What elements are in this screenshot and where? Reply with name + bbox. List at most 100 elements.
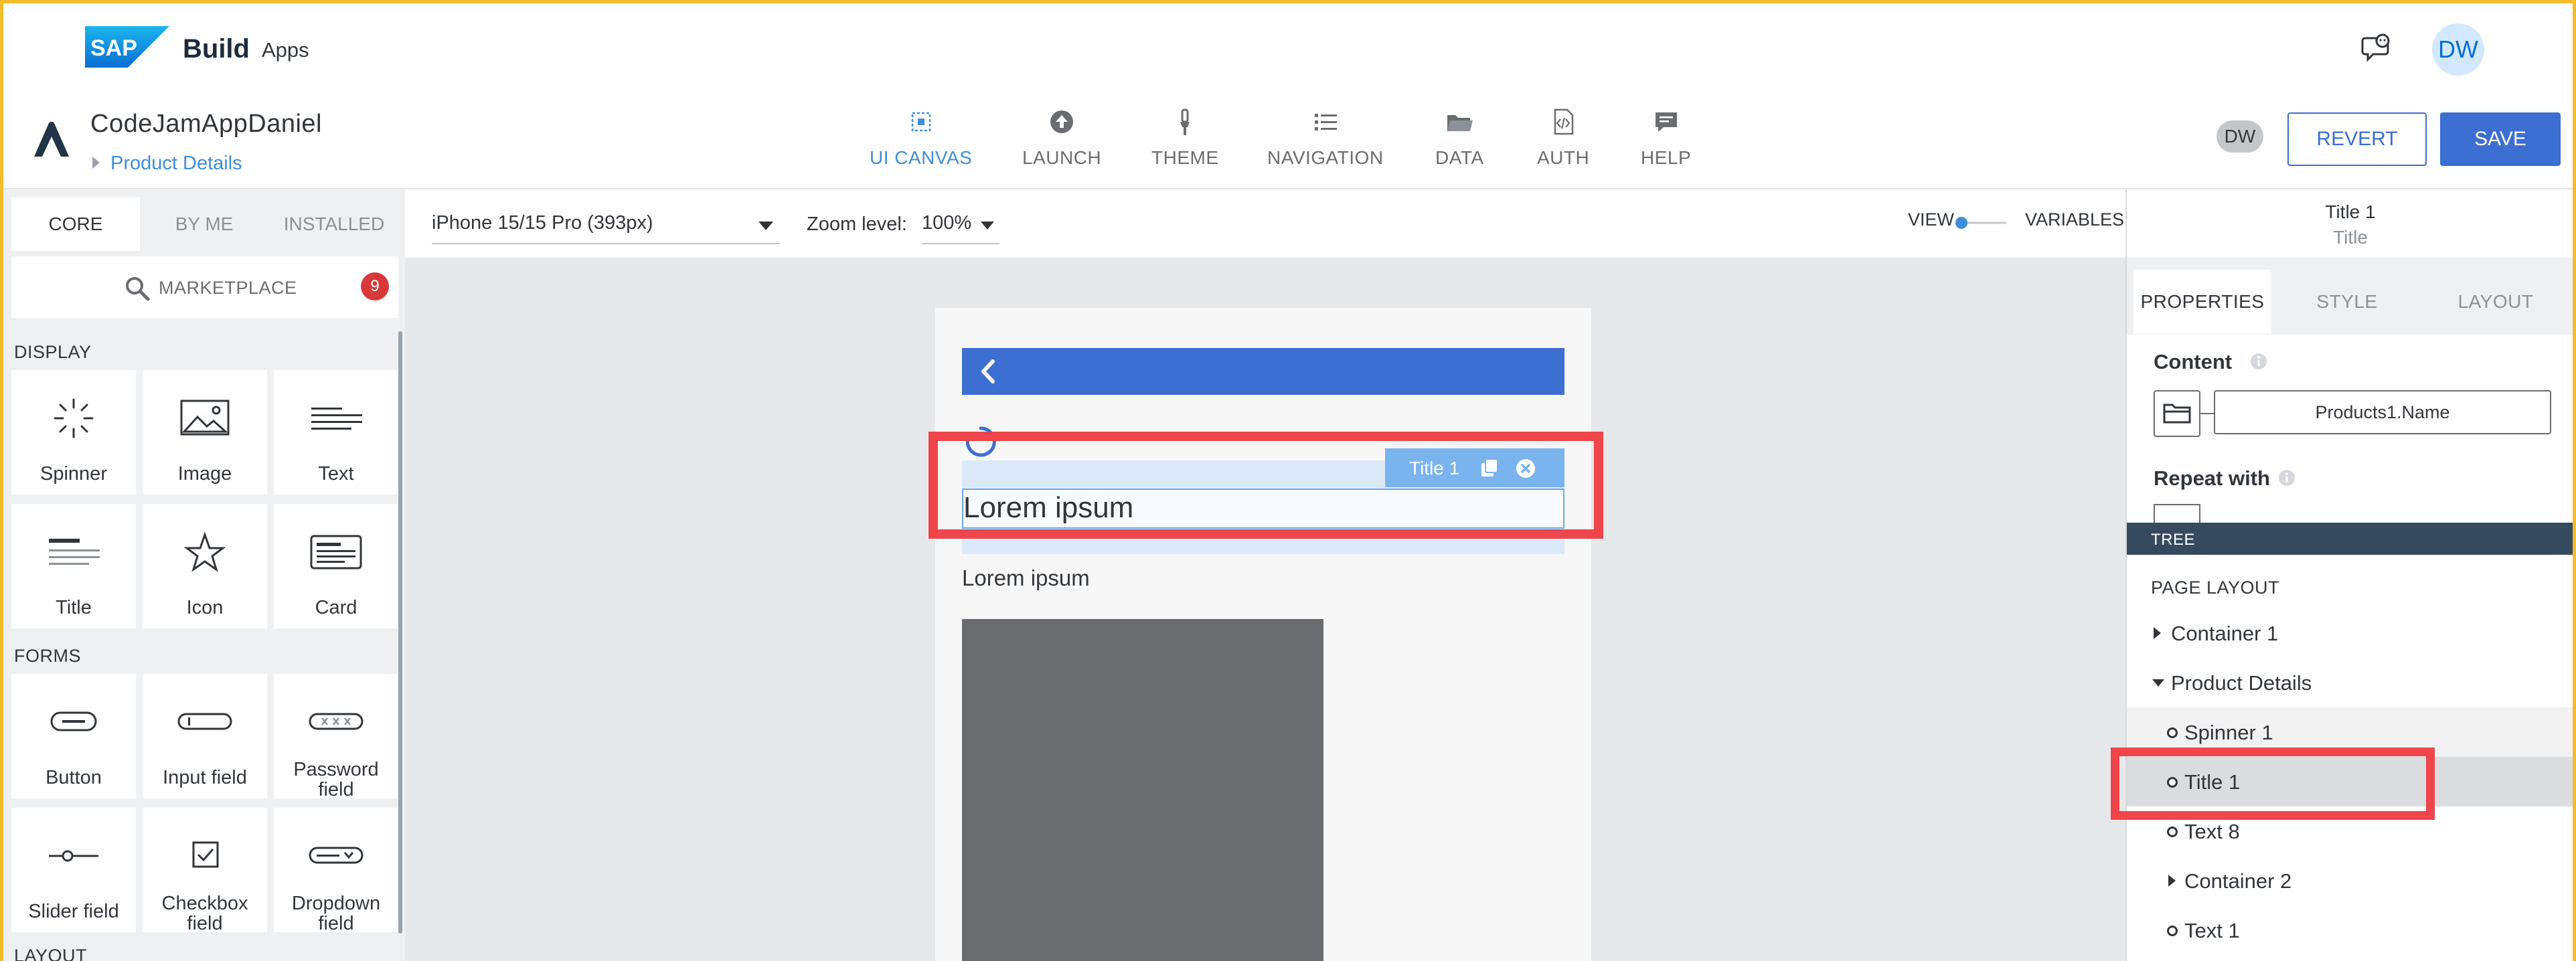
revert-button[interactable]: REVERT: [2287, 112, 2427, 166]
nav-label: UI CANVAS: [870, 147, 973, 168]
tree-node-label: Text 8: [2184, 820, 2240, 843]
password-field-icon: [309, 713, 364, 730]
save-button[interactable]: SAVE: [2440, 112, 2561, 166]
component-spinner[interactable]: Spinner: [11, 370, 136, 495]
component-icon[interactable]: Icon: [143, 504, 267, 628]
component-label: Image: [177, 463, 232, 485]
tree-node-text-1[interactable]: Text 1: [2127, 905, 2573, 955]
zoom-select[interactable]: 100%: [922, 204, 999, 244]
component-label: Dropdown field: [291, 893, 381, 934]
text-component[interactable]: Lorem ipsum: [962, 565, 1090, 591]
info-icon[interactable]: [2277, 468, 2297, 488]
data-binding-button[interactable]: [2154, 390, 2200, 437]
properties-panel: Title 1 Title PROPERTIES STYLE LAYOUT Co…: [2125, 189, 2573, 961]
view-variables-toggle[interactable]: [1955, 216, 2009, 230]
tab-ui-canvas[interactable]: UI CANVAS: [870, 107, 972, 169]
section-layout: LAYOUT: [14, 946, 88, 961]
content-binding-field[interactable]: Products1.Name: [2214, 390, 2551, 434]
tab-theme[interactable]: THEME: [1151, 107, 1219, 169]
caret-down-icon[interactable]: [2152, 679, 2164, 687]
tree-header[interactable]: TREE: [2127, 523, 2573, 555]
tab-by-me[interactable]: BY ME: [140, 197, 268, 251]
variables-mode-label: VARIABLES: [2025, 209, 2125, 230]
tab-core[interactable]: CORE: [11, 197, 140, 251]
tab-navigation[interactable]: NAVIGATION: [1267, 107, 1384, 169]
sap-logo[interactable]: SAP: [85, 26, 169, 68]
component-image[interactable]: Image: [143, 370, 267, 495]
component-dropdown-field[interactable]: Dropdown field: [274, 808, 398, 934]
tree-node-label: Product Details: [2171, 671, 2312, 695]
nav-label: AUTH: [1537, 147, 1590, 168]
collaborator-avatar[interactable]: DW: [2217, 120, 2263, 153]
tree-node-label: Container 1: [2171, 622, 2279, 645]
app-name[interactable]: CodeJamAppDaniel: [90, 110, 322, 139]
annotation-highlight-box: [2111, 748, 2435, 820]
brush-icon: [1180, 108, 1190, 135]
tab-data[interactable]: DATA: [1435, 107, 1484, 169]
card-icon: [310, 535, 362, 570]
view-mode-label: VIEW: [1908, 209, 1955, 230]
phone-preview: Lorem ipsum Title 1 Lorem ipsum: [935, 308, 1591, 961]
left-panel-scrollbar[interactable]: [398, 331, 402, 934]
component-label: Title: [56, 597, 92, 618]
svg-text:SAP: SAP: [90, 35, 137, 61]
component-label: Spinner: [40, 463, 107, 485]
back-icon[interactable]: [977, 359, 999, 384]
node-dot-icon: [2167, 826, 2178, 837]
tab-installed[interactable]: INSTALLED: [268, 197, 400, 251]
tab-layout[interactable]: LAYOUT: [2424, 270, 2567, 334]
ui-canvas: Lorem ipsum Title 1 Lorem ipsum: [405, 258, 2125, 961]
section-forms: FORMS: [14, 646, 81, 666]
device-select[interactable]: iPhone 15/15 Pro (393px): [432, 204, 780, 244]
folder-binding-icon: [2163, 404, 2191, 424]
tab-style[interactable]: STYLE: [2278, 270, 2416, 334]
caret-right-icon: [92, 157, 100, 169]
content-label: Content: [2154, 350, 2233, 373]
selected-component-type: Title: [2333, 227, 2368, 248]
search-icon: [126, 277, 150, 301]
tab-launch[interactable]: LAUNCH: [1022, 107, 1101, 169]
component-password-field[interactable]: Password field: [274, 674, 398, 800]
page-header-bar[interactable]: [962, 348, 1564, 395]
caret-right-icon[interactable]: [2168, 875, 2176, 887]
tree-node-product-details[interactable]: Product Details: [2127, 658, 2573, 707]
component-card[interactable]: Card: [274, 504, 398, 628]
current-page-link[interactable]: Product Details: [110, 153, 242, 175]
checkbox-icon: [192, 841, 219, 868]
repeat-with-label: Repeat with: [2154, 466, 2270, 490]
component-text[interactable]: Text: [274, 370, 398, 495]
spinner-icon: [54, 398, 94, 438]
component-input-field[interactable]: Input field: [143, 674, 267, 798]
app-logo-icon[interactable]: [31, 119, 72, 158]
text-lines-icon: [311, 408, 362, 430]
slider-icon: [49, 850, 98, 862]
component-label: Icon: [186, 597, 224, 618]
node-dot-icon: [2167, 926, 2178, 936]
component-library-panel: CORE BY ME INSTALLED MARKETPLACE 9 DISPL…: [3, 189, 405, 961]
marketplace-button[interactable]: MARKETPLACE 9: [11, 256, 398, 318]
shell-bar: SAP Build Apps DW: [3, 3, 2573, 94]
caret-right-icon[interactable]: [2154, 627, 2161, 639]
tree-node-container-2[interactable]: Container 2: [2127, 856, 2573, 905]
component-label: Input field: [163, 767, 247, 788]
image-placeholder[interactable]: [962, 619, 1323, 961]
tree-node-container-1[interactable]: Container 1: [2127, 608, 2573, 658]
tab-help[interactable]: HELP: [1641, 107, 1691, 169]
component-checkbox-field[interactable]: Checkbox field: [143, 808, 267, 934]
upload-icon: [1050, 110, 1074, 133]
user-avatar[interactable]: DW: [2432, 23, 2484, 76]
tab-properties[interactable]: PROPERTIES: [2134, 270, 2271, 334]
product-name: Build: [183, 34, 250, 64]
nav-label: DATA: [1435, 147, 1484, 168]
zoom-label: Zoom level:: [807, 213, 907, 235]
list-icon: [1314, 114, 1337, 130]
image-icon: [180, 400, 230, 436]
info-icon[interactable]: [2249, 351, 2269, 371]
tab-auth[interactable]: AUTH: [1537, 107, 1589, 169]
component-title[interactable]: Title: [11, 504, 136, 628]
canvas-toolbar: iPhone 15/15 Pro (393px) Zoom level: 100…: [405, 189, 2125, 258]
component-slider-field[interactable]: Slider field: [11, 808, 136, 932]
feedback-icon[interactable]: [2360, 31, 2395, 66]
nav-label: THEME: [1151, 147, 1219, 168]
component-button[interactable]: Button: [11, 674, 136, 798]
